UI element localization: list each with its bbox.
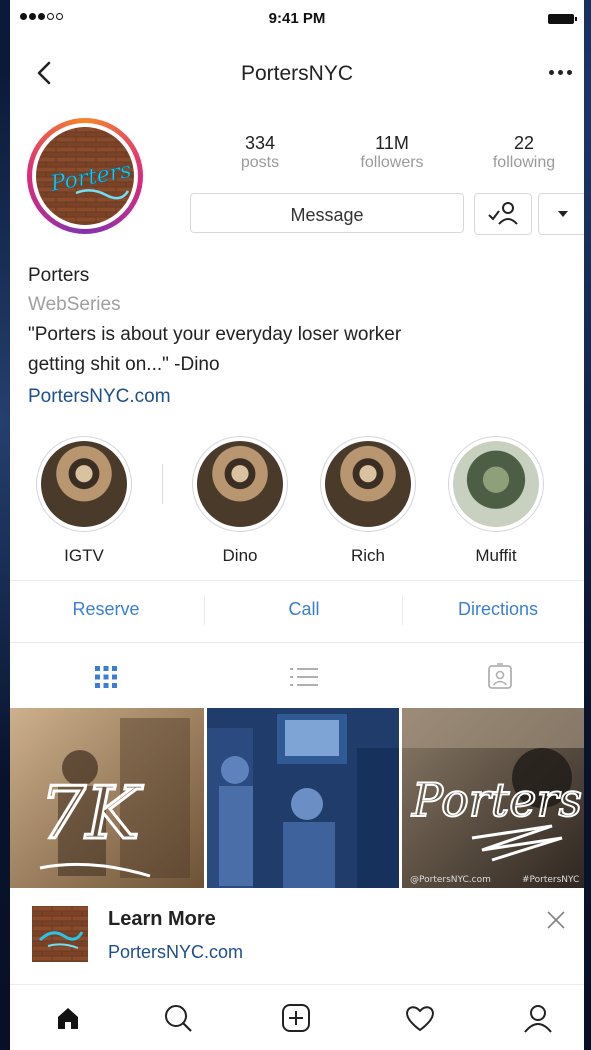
close-icon[interactable] xyxy=(544,908,568,932)
tab-activity[interactable] xyxy=(400,998,440,1038)
call-button[interactable]: Call xyxy=(224,599,384,620)
tagged-icon xyxy=(488,663,512,689)
promo-link[interactable]: PortersNYC.com xyxy=(108,942,243,963)
home-icon xyxy=(58,1008,78,1029)
heart-icon xyxy=(406,1006,434,1032)
tab-tagged[interactable] xyxy=(480,657,520,697)
post-thumbnail-3[interactable]: Porters @PortersNYC.com #PortersNYC xyxy=(402,708,584,888)
bottom-tab-bar xyxy=(10,984,584,1050)
action-divider xyxy=(402,595,403,625)
highlight-image xyxy=(453,441,539,527)
avatar-brick-logo-image: Porters xyxy=(36,127,134,225)
tab-home[interactable] xyxy=(48,998,88,1038)
caret-down-icon xyxy=(558,211,568,217)
tab-add-post[interactable] xyxy=(276,998,316,1038)
profile-tabs xyxy=(10,642,584,709)
more-options-icon[interactable] xyxy=(549,70,572,75)
avatar[interactable]: Porters xyxy=(27,118,143,234)
list-icon xyxy=(290,668,318,686)
post-caption-right: #PortersNYC xyxy=(522,875,579,885)
stat-followers-label: followers xyxy=(360,154,424,171)
promo-brick-logo-image xyxy=(32,906,88,962)
promo-title: Learn More xyxy=(108,908,216,930)
contact-actions: Reserve Call Directions xyxy=(10,580,584,641)
stat-posts-value: 334 xyxy=(244,133,276,153)
stat-posts-label: posts xyxy=(240,154,280,171)
post-image xyxy=(207,708,399,888)
highlight-igtv[interactable]: IGTV xyxy=(34,436,134,566)
highlight-label: IGTV xyxy=(64,546,104,565)
stat-following[interactable]: 22 following xyxy=(464,133,584,173)
stat-followers-value: 11M xyxy=(375,133,409,153)
bio-text: "Porters is about your everyday loser wo… xyxy=(28,324,402,375)
post-caption-left: @PortersNYC.com xyxy=(410,875,491,885)
post-overlay-text: 7K xyxy=(40,771,144,855)
profile-stats: 334 posts 11M followers 22 following xyxy=(190,133,580,181)
highlight-divider xyxy=(162,464,163,504)
post-thumbnail-1[interactable]: 7K xyxy=(10,708,204,888)
posts-grid: 7K Porters @PortersNYC.com #PortersNYC xyxy=(10,708,584,888)
search-icon xyxy=(165,1005,192,1032)
tab-grid[interactable] xyxy=(86,657,126,697)
page-title: PortersNYC xyxy=(240,62,354,85)
reserve-button[interactable]: Reserve xyxy=(26,599,186,620)
highlight-muffit[interactable]: Muffit xyxy=(446,436,546,566)
grid-icon xyxy=(95,666,117,688)
nav-bar: PortersNYC xyxy=(10,40,584,106)
stat-posts[interactable]: 334 posts xyxy=(200,133,320,173)
status-bar: 9:41 PM xyxy=(10,0,584,40)
highlight-dino[interactable]: Dino xyxy=(190,436,290,566)
status-time: 9:41 PM xyxy=(268,10,326,27)
tab-search[interactable] xyxy=(158,998,198,1038)
tab-profile[interactable] xyxy=(518,998,558,1038)
tab-list[interactable] xyxy=(284,657,324,697)
highlight-image xyxy=(325,441,411,527)
promo-banner[interactable]: Learn More PortersNYC.com xyxy=(10,888,584,985)
highlight-image xyxy=(41,441,127,527)
message-button[interactable]: Message xyxy=(190,193,464,233)
post-image: 7K xyxy=(10,708,204,888)
battery-icon xyxy=(548,14,577,24)
profile-icon xyxy=(524,1005,552,1033)
highlight-label: Dino xyxy=(222,546,258,565)
profile-category: WebSeries xyxy=(28,294,121,315)
highlight-rich[interactable]: Rich xyxy=(318,436,418,566)
highlight-image xyxy=(197,441,283,527)
highlight-label: Rich xyxy=(350,546,385,565)
following-check-person-icon xyxy=(488,202,518,225)
directions-button[interactable]: Directions xyxy=(418,599,578,620)
following-button[interactable] xyxy=(474,193,532,235)
add-post-icon xyxy=(282,1004,310,1032)
highlight-label: Muffit xyxy=(475,546,517,565)
profile-name: Porters xyxy=(28,265,90,286)
post-overlay-text: Porters xyxy=(411,773,582,827)
stat-following-value: 22 xyxy=(513,133,535,153)
story-highlights: IGTV Dino Rich Muffit xyxy=(10,436,584,576)
promo-thumbnail xyxy=(32,906,88,962)
action-divider xyxy=(204,595,205,625)
post-image: Porters @PortersNYC.com #PortersNYC xyxy=(402,708,584,888)
bio-website-link[interactable]: PortersNYC.com xyxy=(28,380,568,414)
phone-screen: 9:41 PM PortersNYC Porters 334 posts 11M… xyxy=(10,0,584,1050)
stat-followers[interactable]: 11M followers xyxy=(332,133,452,173)
suggested-dropdown-button[interactable] xyxy=(538,193,584,235)
post-thumbnail-2[interactable] xyxy=(207,708,399,888)
bio-section: Porters WebSeries "Porters is about your… xyxy=(28,262,568,414)
stat-following-label: following xyxy=(492,154,556,171)
